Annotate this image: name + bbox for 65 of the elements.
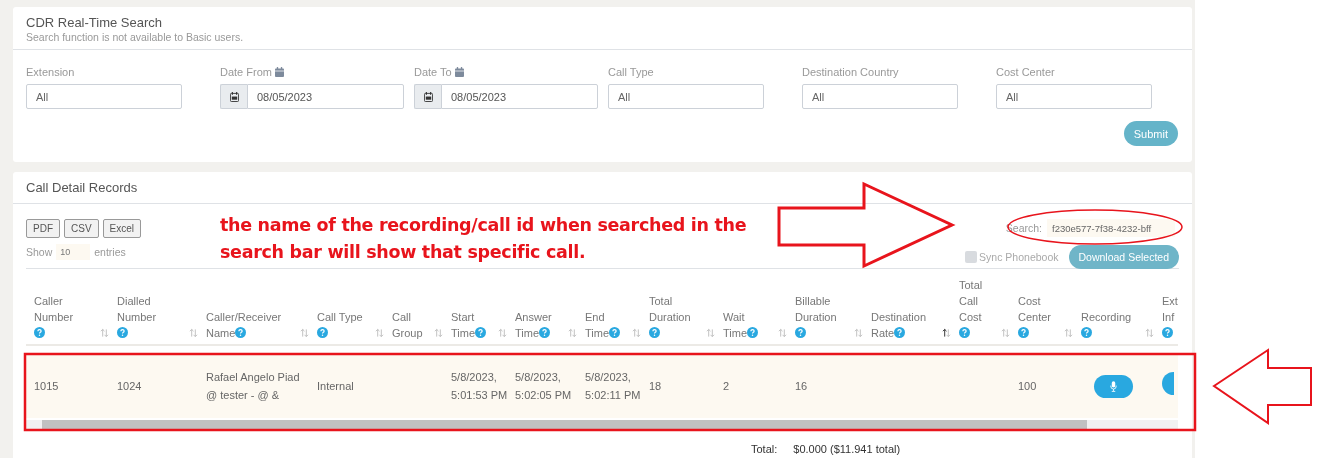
recording-button[interactable]: [1094, 374, 1133, 398]
filter-field[interactable]: All: [996, 84, 1152, 109]
filter-label: Destination Country: [802, 65, 899, 78]
table-cell-text: 1015: [34, 379, 59, 394]
info-button[interactable]: [1162, 372, 1174, 395]
column-header[interactable]: Ext Inf: [1162, 293, 1184, 341]
column-header[interactable]: Call Group: [392, 309, 422, 341]
microphone-icon: [1110, 380, 1117, 392]
table-cell-text: 5/8/2023, 5:02:11 PM: [585, 370, 642, 403]
export-button[interactable]: PDF: [26, 219, 60, 238]
filter-label: Extension: [26, 65, 75, 78]
column-header[interactable]: Recording: [1081, 309, 1136, 341]
search-field[interactable]: f230e577-7f38-4232-bff: [1047, 219, 1175, 237]
sort-icon[interactable]: [942, 328, 951, 338]
table-cell-text: Internal: [317, 379, 354, 394]
column-header[interactable]: Destination Rate: [871, 309, 936, 341]
table-cell-text: 2: [723, 379, 730, 394]
show-label: Show: [26, 246, 53, 258]
entries-label: entries: [94, 246, 126, 258]
calendar-button[interactable]: [414, 84, 441, 109]
panel-title: Call Detail Records: [26, 180, 139, 195]
sync-label: Sync Phonebook: [979, 251, 1059, 263]
filter-field[interactable]: All: [26, 84, 182, 109]
column-header[interactable]: Billable Duration: [795, 293, 845, 341]
export-button[interactable]: CSV: [64, 219, 99, 238]
filter-label: Date To: [414, 65, 452, 78]
table-cell-text: Rafael Angelo Piad @ tester - @ &: [206, 370, 301, 403]
column-header[interactable]: Dialled Number: [117, 293, 167, 341]
date-field[interactable]: 08/05/2023: [247, 84, 404, 109]
page-size-field[interactable]: 10: [56, 244, 91, 260]
column-header[interactable]: Answer Time: [515, 309, 560, 341]
column-header[interactable]: Total Call Cost: [959, 277, 991, 341]
horizontal-scrollbar[interactable]: [26, 420, 1178, 430]
column-header[interactable]: Caller/Receiver Name: [206, 309, 291, 341]
table-cell-text: 5/8/2023, 5:01:53 PM: [451, 370, 509, 403]
table-cell-text: 1024: [117, 379, 142, 394]
column-header[interactable]: Cost Center: [1018, 293, 1058, 341]
table-cell-text: 5/8/2023, 5:02:05 PM: [515, 370, 573, 403]
sync-checkbox[interactable]: [965, 251, 978, 263]
calendar-icon: [274, 66, 284, 77]
column-header[interactable]: Caller Number: [34, 293, 84, 341]
filter-label: Date From: [220, 65, 272, 78]
table-cell-text: 16: [795, 379, 808, 394]
column-header[interactable]: Wait Time: [723, 309, 763, 341]
calendar-icon: [423, 91, 433, 102]
filter-label: Cost Center: [996, 65, 1055, 78]
calendar-icon: [229, 91, 239, 102]
total-value: $0.000 ($11.941 total): [793, 443, 901, 455]
column-header[interactable]: Call Type: [317, 309, 372, 341]
table-cell-text: 100: [1018, 379, 1037, 394]
total-label: Total:: [751, 443, 778, 455]
panel-title: CDR Real-Time Search: [26, 15, 164, 30]
table-cell-text: 18: [649, 379, 662, 394]
column-header[interactable]: Total Duration: [649, 293, 699, 341]
column-header[interactable]: Start Time: [451, 309, 491, 341]
column-header[interactable]: End Time: [585, 309, 625, 341]
calendar-button[interactable]: [220, 84, 247, 109]
calendar-icon: [454, 66, 464, 77]
date-field[interactable]: 08/05/2023: [441, 84, 598, 109]
panel-subtitle: Search function is not available to Basic users.: [26, 31, 245, 43]
filter-field[interactable]: All: [608, 84, 764, 109]
annotation-text: the name of the recording/call id when searched in the search bar will show that specific call.: [220, 214, 748, 264]
filter-label: Call Type: [608, 65, 654, 78]
filter-field[interactable]: All: [802, 84, 958, 109]
export-button[interactable]: Excel: [102, 219, 141, 238]
